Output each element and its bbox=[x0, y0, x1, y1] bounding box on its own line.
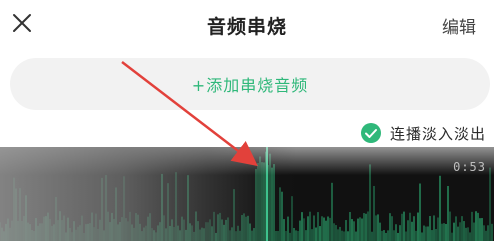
page-title: 音频串烧 bbox=[206, 16, 287, 38]
crossfade-label: 连播淡入淡出 bbox=[389, 124, 486, 143]
edit-button[interactable]: 编辑 bbox=[442, 13, 476, 38]
crossfade-toggle[interactable]: 连播淡入淡出 bbox=[360, 122, 486, 144]
waveform-graphic bbox=[0, 147, 493, 241]
track-duration: 0:53 bbox=[453, 160, 486, 174]
audio-waveform[interactable]: 0:53 bbox=[0, 147, 494, 241]
nav-bar: 音频串烧 编辑 bbox=[0, 0, 494, 52]
check-circle-icon bbox=[360, 123, 381, 143]
close-icon[interactable] bbox=[8, 9, 36, 37]
add-medley-audio-button[interactable]: +添加串烧音频 bbox=[10, 58, 490, 110]
